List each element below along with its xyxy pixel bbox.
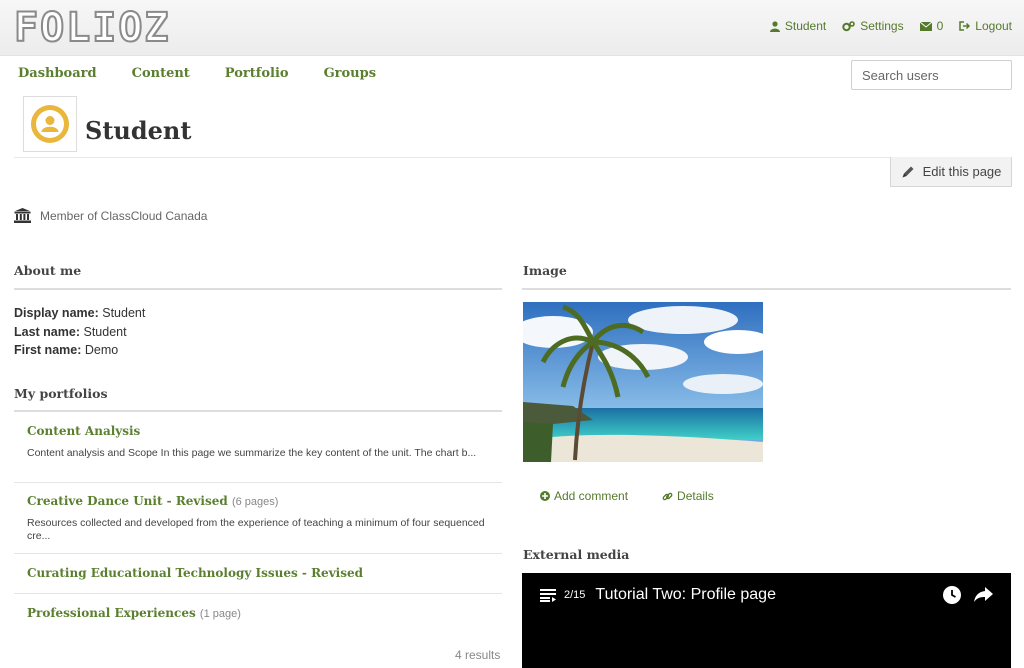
my-portfolios-heading: My portfolios: [14, 386, 108, 401]
details-label: Details: [677, 489, 714, 503]
nav-groups[interactable]: Groups: [324, 66, 376, 81]
logout-icon: [959, 21, 971, 31]
playlist-counter: 2/15: [564, 589, 586, 601]
first-name-value: Demo: [84, 343, 119, 357]
user-icon: [769, 20, 780, 32]
about-me-details: Display name: Student Last name: Student…: [14, 304, 145, 360]
portfolio-title-link[interactable]: Content Analysis: [27, 424, 488, 438]
header-menu: Student Settings 0 Logout: [769, 19, 1012, 33]
messages-link[interactable]: 0: [919, 19, 944, 33]
beach-image: [523, 302, 763, 462]
portfolio-title-link[interactable]: Professional Experiences (1 page): [27, 606, 488, 620]
page-title: Student: [85, 116, 192, 145]
portfolio-title-link[interactable]: Creative Dance Unit - Revised (6 pages): [27, 494, 488, 508]
clock-icon[interactable]: [943, 586, 961, 604]
pencil-icon: [902, 166, 914, 177]
portfolio-title-link[interactable]: Curating Educational Technology Issues -…: [27, 566, 488, 580]
list-item: Creative Dance Unit - Revised (6 pages) …: [14, 483, 502, 554]
settings-link[interactable]: Settings: [842, 19, 904, 33]
last-name-label: Last name:: [14, 324, 80, 339]
display-name-row: Display name: Student: [14, 304, 145, 323]
avatar: [23, 96, 77, 152]
portfolio-title: Content Analysis: [27, 424, 141, 438]
settings-label: Settings: [860, 19, 904, 33]
main-nav: Dashboard Content Portfolio Groups: [18, 66, 376, 81]
image-heading: Image: [523, 263, 567, 278]
user-avatar-icon: [31, 105, 69, 143]
top-header: FOLIOZ Student Settings 0 Logout: [0, 0, 1024, 56]
list-item: Content Analysis Content analysis and Sc…: [14, 411, 502, 483]
site-logo[interactable]: FOLIOZ: [13, 5, 171, 51]
link-icon: [662, 492, 673, 500]
portfolio-description: Content analysis and Scope In this page …: [27, 447, 477, 459]
plus-circle-icon: [540, 491, 550, 501]
add-comment-link[interactable]: Add comment: [540, 489, 628, 503]
envelope-icon: [919, 21, 932, 31]
video-title[interactable]: Tutorial Two: Profile page: [595, 586, 776, 604]
edit-page-label: Edit this page: [922, 164, 1002, 179]
last-name-row: Last name: Student: [14, 323, 145, 342]
list-item: Professional Experiences (1 page): [14, 594, 502, 634]
image-actions: Add comment Details: [540, 489, 714, 503]
about-me-heading: About me: [14, 263, 82, 278]
details-link[interactable]: Details: [662, 489, 714, 503]
image-divider: [522, 288, 1011, 290]
portfolio-page-count: (6 pages): [231, 496, 279, 508]
video-player[interactable]: 2/15 Tutorial Two: Profile page: [522, 573, 1011, 668]
user-menu-label: Student: [784, 19, 827, 33]
logout-label: Logout: [975, 19, 1012, 33]
nav-dashboard[interactable]: Dashboard: [18, 66, 97, 81]
portfolio-title: Professional Experiences: [27, 606, 196, 620]
logout-link[interactable]: Logout: [959, 19, 1012, 33]
messages-count: 0: [936, 19, 944, 33]
beach-scene: [523, 302, 763, 462]
first-name-row: First name: Demo: [14, 341, 145, 360]
first-name-label: First name:: [14, 343, 82, 357]
gears-icon: [842, 20, 856, 31]
membership-text: Member of ClassCloud Canada: [40, 208, 208, 223]
search-users-input[interactable]: [851, 60, 1012, 90]
results-count: 4 results: [455, 648, 501, 662]
portfolio-title: Creative Dance Unit - Revised: [27, 494, 228, 508]
portfolio-list: Content Analysis Content analysis and Sc…: [14, 411, 502, 634]
video-title-bar: 2/15 Tutorial Two: Profile page: [522, 583, 1011, 607]
list-item: Curating Educational Technology Issues -…: [14, 554, 502, 594]
display-name-label: Display name:: [14, 306, 99, 320]
institution-icon: [14, 208, 31, 223]
nav-content[interactable]: Content: [132, 66, 190, 81]
portfolio-title: Curating Educational Technology Issues -…: [27, 566, 363, 580]
portfolio-page-count: (1 page): [199, 608, 241, 620]
last-name-value: Student: [83, 324, 127, 339]
portfolio-description: Resources collected and developed from t…: [27, 517, 485, 542]
title-divider: [14, 157, 1012, 158]
about-me-divider: [14, 288, 502, 290]
playlist-icon[interactable]: [540, 588, 556, 602]
add-comment-label: Add comment: [554, 489, 629, 503]
institution-membership: Member of ClassCloud Canada: [14, 208, 207, 223]
share-icon[interactable]: [974, 587, 993, 603]
nav-portfolio[interactable]: Portfolio: [225, 66, 289, 81]
edit-page-button[interactable]: Edit this page: [890, 157, 1012, 187]
external-media-heading: External media: [523, 547, 630, 562]
user-menu-link[interactable]: Student: [769, 19, 827, 33]
display-name-value: Student: [102, 306, 146, 320]
